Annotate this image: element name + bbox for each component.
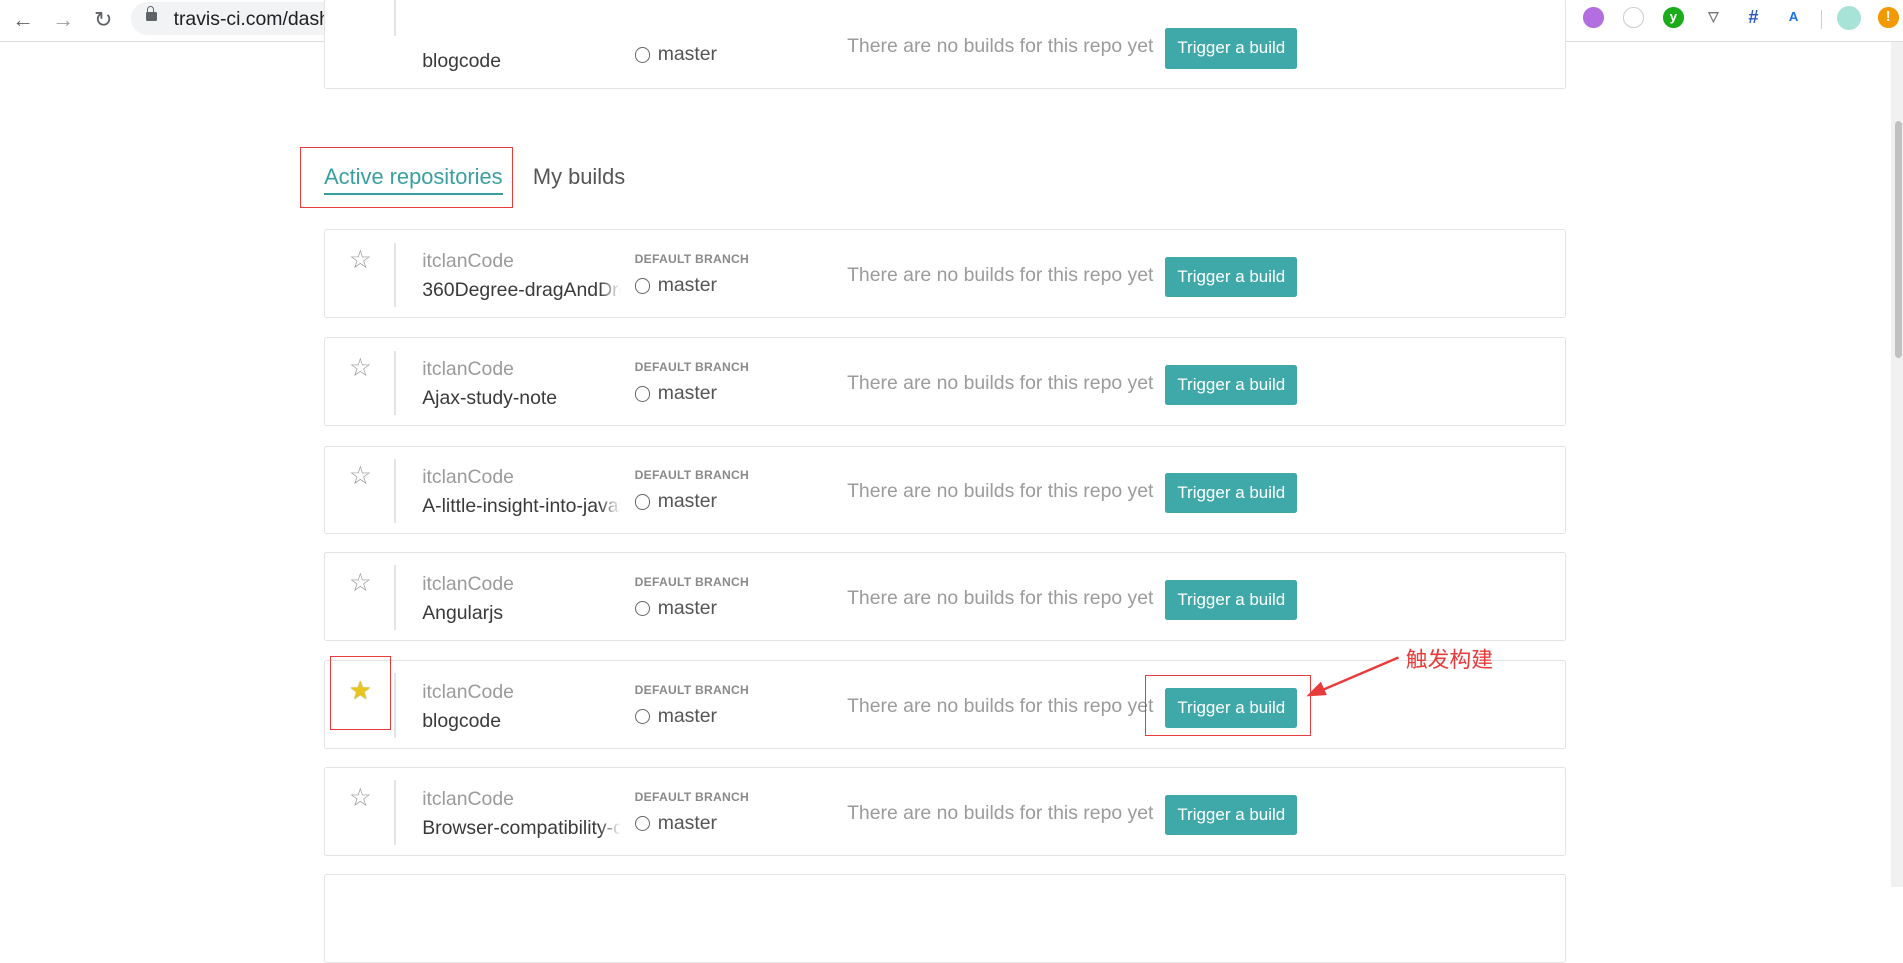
extension-icon[interactable]: ▽: [1703, 7, 1724, 28]
repo-name[interactable]: blogcode: [422, 709, 622, 733]
trigger-build-button[interactable]: Trigger a build: [1165, 27, 1298, 69]
repo-row: ☆ itclanCode Angularjs DEFAULT BRANCH master…: [324, 552, 1566, 641]
no-builds-text: There are no builds for this repo yet: [847, 695, 1154, 718]
star-outline-icon[interactable]: ☆: [347, 355, 374, 382]
repo-name[interactable]: A-little-insight-into-javascript: [422, 495, 621, 518]
update-alert-icon[interactable]: !: [1877, 7, 1899, 28]
profile-avatar-icon[interactable]: [1836, 6, 1861, 31]
reload-icon[interactable]: ↻: [90, 7, 117, 34]
trigger-build-button[interactable]: Trigger a build: [1165, 365, 1298, 406]
trigger-build-button[interactable]: Trigger a build: [1165, 473, 1298, 514]
toolbar-separator: [1820, 9, 1823, 30]
forward-arrow-icon[interactable]: →: [50, 7, 77, 34]
default-branch-label: DEFAULT BRANCH: [634, 468, 749, 483]
extension-icon[interactable]: [1622, 7, 1644, 28]
repo-owner: itclanCode: [422, 249, 514, 272]
repo-owner: itclanCode: [422, 465, 514, 488]
extension-icon[interactable]: y: [1663, 7, 1684, 28]
repo-row: [324, 874, 1566, 963]
star-outline-icon[interactable]: ☆: [347, 247, 374, 274]
repo-owner: itclanCode: [422, 680, 514, 703]
repo-name[interactable]: Browser-compatibility-c: [422, 816, 621, 840]
row-divider: [394, 565, 396, 630]
star-outline-icon[interactable]: ☆: [347, 785, 374, 812]
annotation-box-trigger: [1144, 674, 1311, 736]
branch-radio-icon: [634, 600, 651, 617]
repo-row: ☆ itclanCode 360Degree-dragAndDrop DEFAULT …: [324, 229, 1566, 319]
branch-radio-icon: [634, 493, 651, 510]
branch-radio-icon: [634, 815, 651, 832]
branch-radio-icon: [634, 385, 651, 402]
default-branch: master: [634, 812, 717, 835]
trigger-build-button[interactable]: Trigger a build: [1165, 580, 1298, 621]
row-divider: [394, 780, 396, 845]
row-divider: [394, 350, 396, 415]
repo-row: ☆ itclanCode Browser-compatibility-c DEFAUL…: [324, 767, 1566, 856]
no-builds-text: There are no builds for this repo yet: [847, 34, 1154, 57]
annotation-text: 触发构建: [1405, 648, 1494, 674]
no-builds-text: There are no builds for this repo yet: [847, 587, 1154, 610]
default-branch-label: DEFAULT BRANCH: [634, 683, 749, 698]
translate-icon[interactable]: A: [1783, 7, 1804, 28]
repo-row: ☆ itclanCode Ajax-study-note DEFAULT BRANCH…: [324, 337, 1566, 427]
star-outline-icon[interactable]: ☆: [347, 570, 374, 597]
row-divider: [394, 458, 396, 523]
row-divider: [394, 0, 396, 37]
default-branch-label: DEFAULT BRANCH: [634, 360, 749, 375]
no-builds-text: There are no builds for this repo yet: [847, 480, 1154, 503]
lock-icon: [145, 6, 157, 21]
trigger-build-button[interactable]: Trigger a build: [1165, 257, 1298, 298]
branch-radio-icon: [634, 277, 651, 294]
trigger-build-button[interactable]: Trigger a build: [1165, 794, 1298, 835]
default-branch: master: [634, 274, 717, 297]
default-branch: master: [634, 43, 717, 66]
repo-owner: itclanCode: [422, 357, 514, 380]
repo-name[interactable]: blogcode: [422, 49, 622, 73]
repo-name[interactable]: Ajax-study-note: [422, 387, 622, 410]
annotation-box-star: [330, 655, 391, 730]
annotation-arrow: [1306, 656, 1399, 697]
default-branch: master: [634, 597, 717, 620]
annotation-box-tab: [299, 146, 514, 208]
repo-owner: itclanCode: [422, 787, 514, 810]
repo-row: ☆ itclanCode A-little-insight-into-javascr…: [324, 445, 1566, 535]
branch-radio-icon: [634, 47, 651, 63]
scrollbar-thumb[interactable]: [1894, 121, 1903, 359]
no-builds-text: There are no builds for this repo yet: [847, 802, 1154, 825]
default-branch: master: [634, 490, 717, 513]
repo-row: blogcode master There are no builds for …: [324, 0, 1566, 89]
repo-owner: itclanCode: [422, 572, 514, 595]
default-branch: master: [634, 382, 717, 405]
repo-name[interactable]: 360Degree-dragAndDrop: [422, 278, 621, 302]
back-arrow-icon[interactable]: ←: [10, 7, 37, 34]
default-branch-label: DEFAULT BRANCH: [634, 252, 749, 267]
star-outline-icon[interactable]: ☆: [347, 463, 374, 490]
repo-name[interactable]: Angularjs: [422, 601, 622, 625]
default-branch-label: DEFAULT BRANCH: [634, 575, 749, 590]
default-branch-label: DEFAULT BRANCH: [634, 790, 749, 805]
no-builds-text: There are no builds for this repo yet: [847, 264, 1154, 287]
tab-my-builds[interactable]: My builds: [533, 164, 625, 190]
extension-icon[interactable]: #: [1743, 7, 1764, 28]
extension-icon[interactable]: [1582, 7, 1604, 28]
no-builds-text: There are no builds for this repo yet: [847, 372, 1154, 395]
row-divider: [394, 242, 396, 307]
branch-radio-icon: [634, 708, 651, 725]
row-divider: [394, 673, 396, 738]
default-branch: master: [634, 705, 717, 728]
